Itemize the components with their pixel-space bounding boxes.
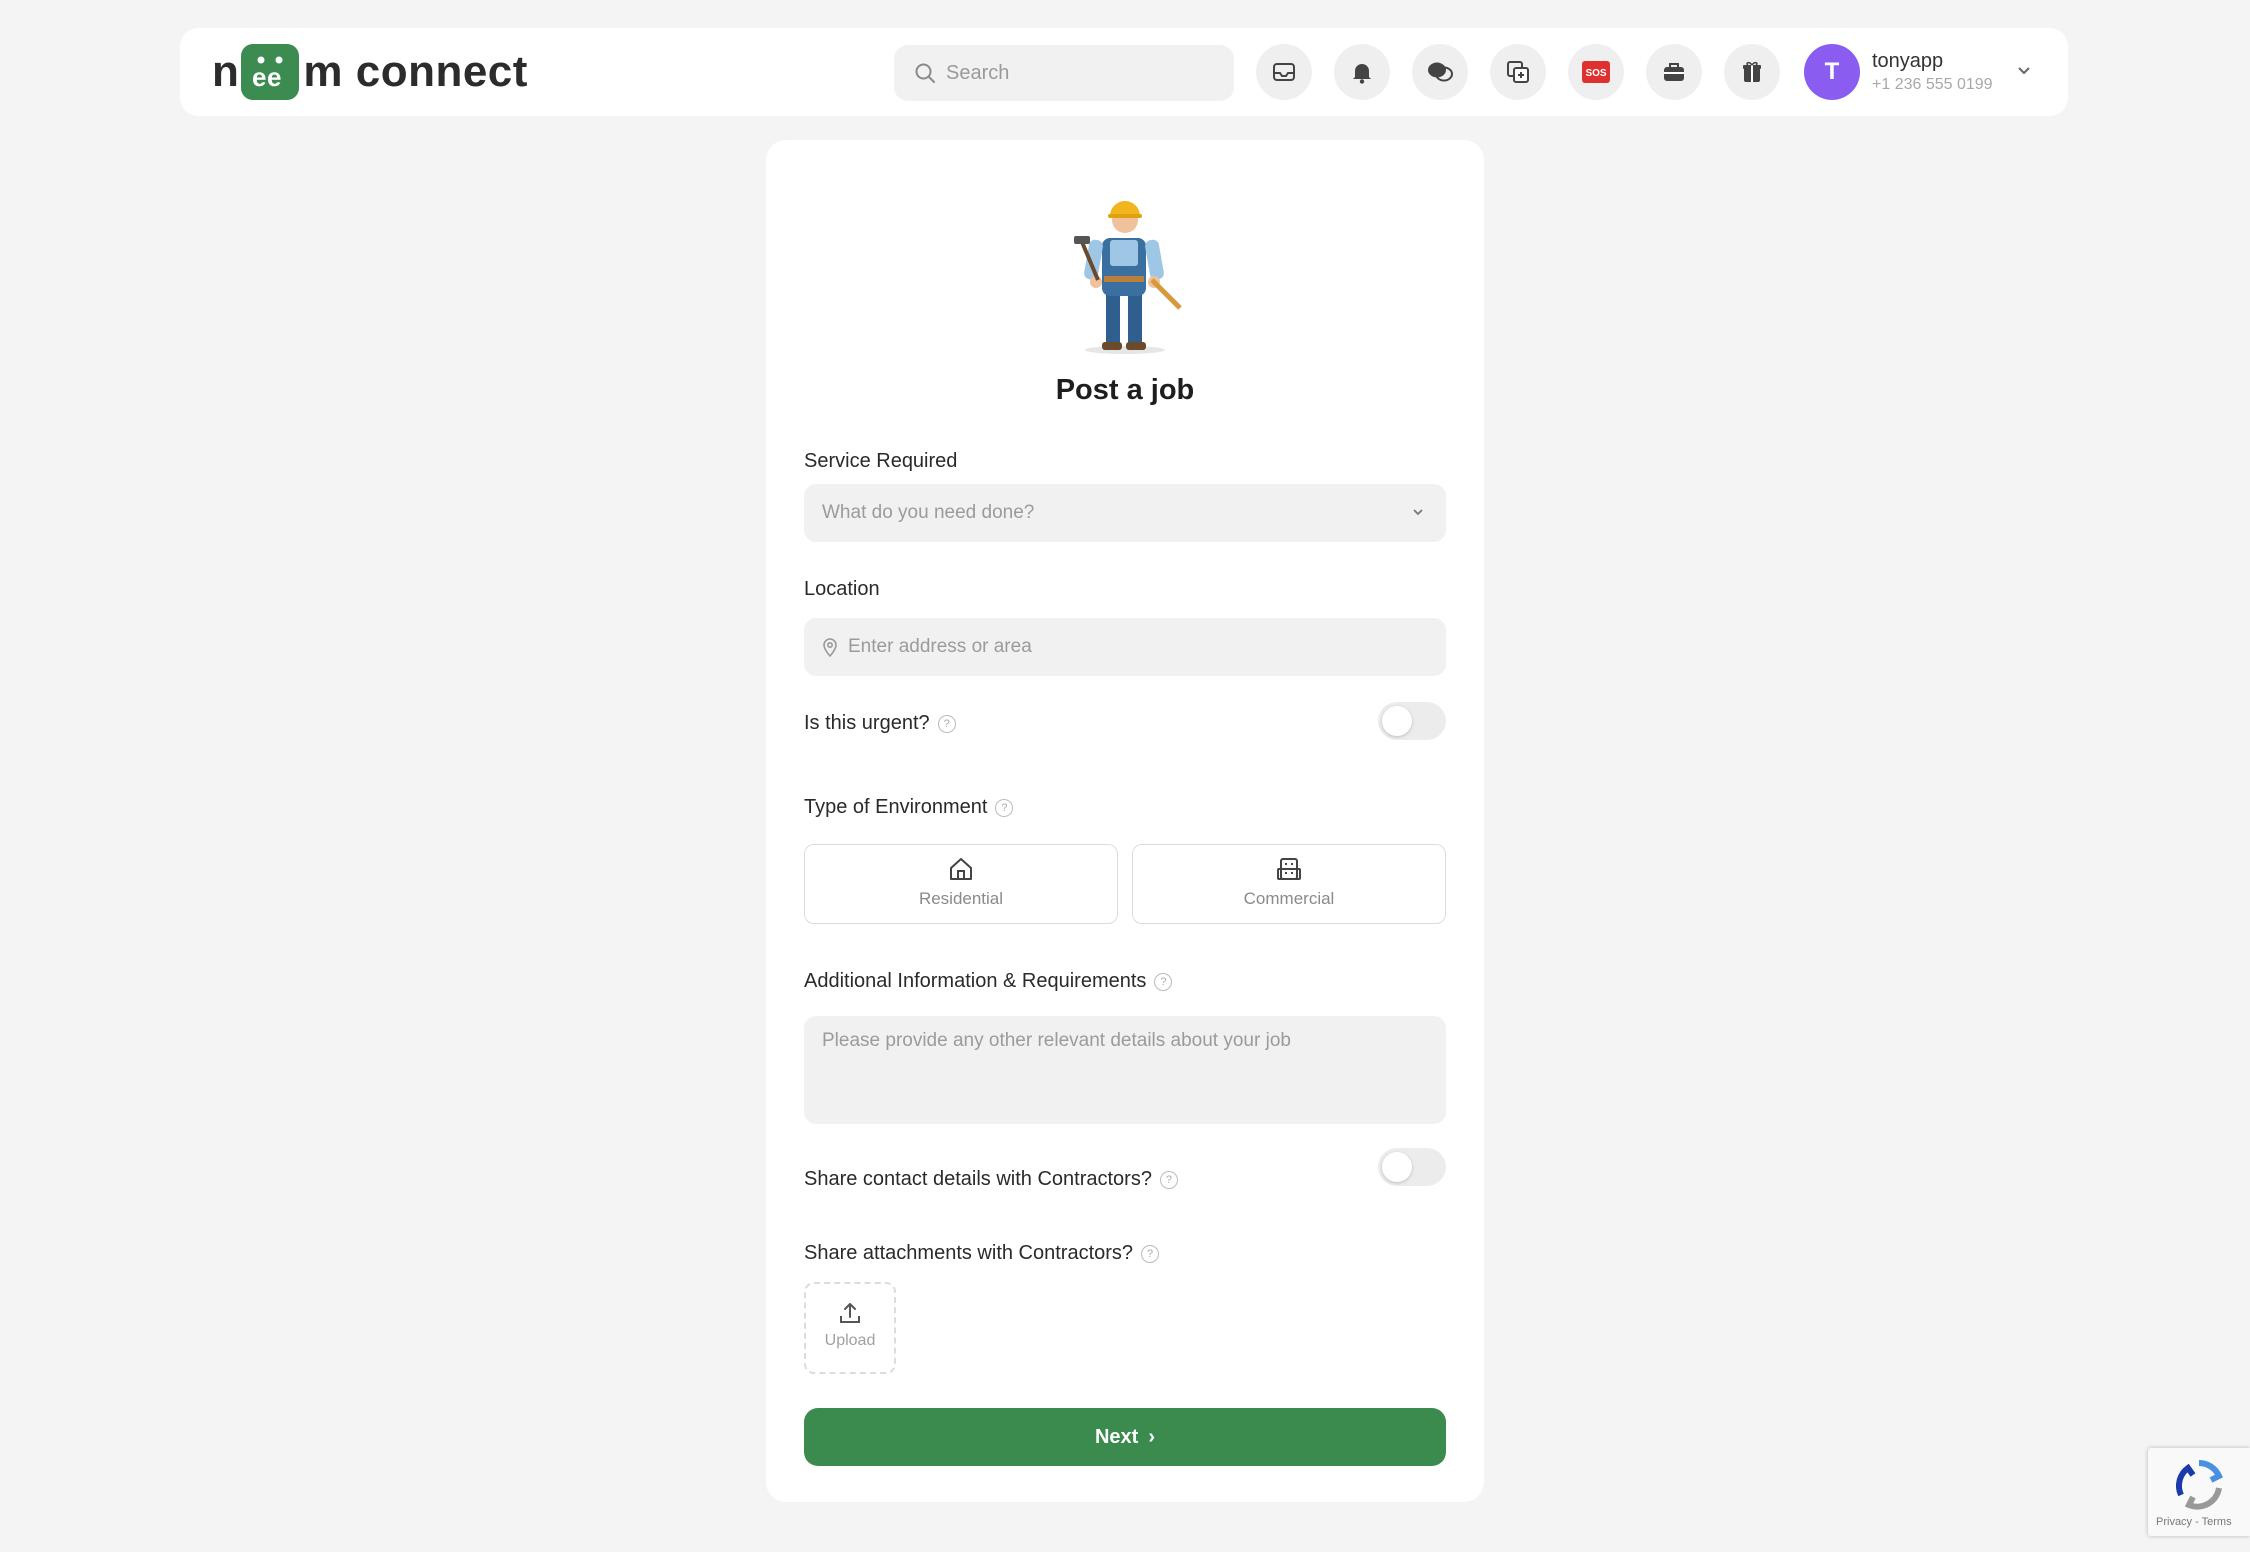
share-contact-label: Share contact details with Contractors? … [804,1168,1178,1191]
inbox-button[interactable] [1256,44,1312,100]
upload-label: Upload [824,1332,876,1349]
location-input[interactable]: Enter address or area [804,618,1446,676]
help-icon[interactable]: ? [995,798,1014,817]
commercial-option[interactable]: Commercial [1132,844,1446,924]
notifications-button[interactable] [1334,44,1390,100]
page-title: Post a job [1055,374,1195,406]
chevron-down-icon[interactable] [2016,62,2032,78]
avatar[interactable]: T [1804,44,1860,100]
location-label: Location [804,578,880,601]
worker-illustration [1074,201,1182,354]
urgent-text: Is this urgent? [804,712,930,734]
post-job-card: Post a job Service Required What do you … [766,140,1484,1502]
share-attachments-text: Share attachments with Contractors? [804,1242,1134,1264]
recaptcha-icon [2176,1460,2223,1510]
service-required-label: Service Required [804,450,957,473]
inbox-icon [1273,63,1295,81]
chevron-down-icon [1413,509,1423,516]
help-icon[interactable]: ? [1159,1170,1178,1189]
copy-button[interactable] [1490,44,1546,100]
urgent-label: Is this urgent? ? [804,712,956,735]
search-placeholder: Search [946,61,1010,84]
location-pin-icon [823,638,837,657]
briefcase-icon [1664,63,1684,81]
user-name: tonyapp [1872,50,1944,72]
copy-icon [1507,61,1529,83]
upload-icon [840,1303,860,1323]
svg-text:ee: ee [252,62,282,92]
upload-button[interactable]: Upload [804,1282,896,1374]
gift-icon [1743,61,1761,82]
share-contact-toggle[interactable] [1378,1148,1446,1186]
commercial-label: Commercial [1243,889,1335,908]
sos-button[interactable]: SOS [1568,44,1624,100]
service-required-text: Service Required [804,450,958,472]
user-phone: +1 236 555 0199 [1872,76,1993,93]
share-attachments-label: Share attachments with Contractors? ? [804,1242,1160,1265]
jobs-button[interactable] [1646,44,1702,100]
residential-label: Residential [918,889,1004,908]
service-placeholder: What do you need done? [822,502,1035,523]
building-icon [1277,858,1301,880]
recaptcha-footer[interactable]: Privacy - Terms [2156,1516,2232,1528]
top-navbar: n ee m connect Search SOS T tonyapp +1 2… [180,28,2068,116]
location-placeholder: Enter address or area [848,636,1032,657]
share-contact-text: Share contact details with Contractors? [804,1168,1152,1190]
help-icon[interactable]: ? [1141,1244,1160,1263]
residential-option[interactable]: Residential [804,844,1118,924]
service-required-select[interactable]: What do you need done? [804,484,1446,542]
bell-icon [1353,64,1371,84]
logo-text-prefix: n [212,47,240,96]
sos-icon: SOS [1582,61,1610,83]
logo-badge: ee [241,44,300,100]
help-icon[interactable]: ? [937,714,956,733]
environment-label: Type of Environment ? [804,796,1014,819]
gifts-button[interactable] [1724,44,1780,100]
location-text: Location [804,578,880,600]
next-label: Next [1094,1425,1139,1448]
search-icon [915,63,935,83]
additional-info-placeholder: Please provide any other relevant detail… [822,1030,1291,1051]
urgent-toggle[interactable] [1378,702,1446,740]
environment-text: Type of Environment [804,796,988,818]
next-button[interactable]: Next › [804,1408,1446,1466]
messages-button[interactable] [1412,44,1468,100]
additional-info-text: Additional Information & Requirements [804,970,1147,992]
neem-connect-logo[interactable]: n ee m connect [212,42,528,102]
house-icon [950,858,972,880]
chevron-right-icon: › [1148,1425,1156,1448]
additional-info-textarea[interactable]: Please provide any other relevant detail… [804,1016,1446,1124]
additional-info-label: Additional Information & Requirements ? [804,970,1173,993]
svg-text:SOS: SOS [1585,68,1606,79]
search-input[interactable]: Search [894,45,1234,101]
recaptcha-badge[interactable]: Privacy - Terms [2148,1448,2250,1536]
help-icon[interactable]: ? [1154,972,1173,991]
logo-text-suffix: m connect [303,47,528,96]
chat-icon [1428,62,1453,82]
